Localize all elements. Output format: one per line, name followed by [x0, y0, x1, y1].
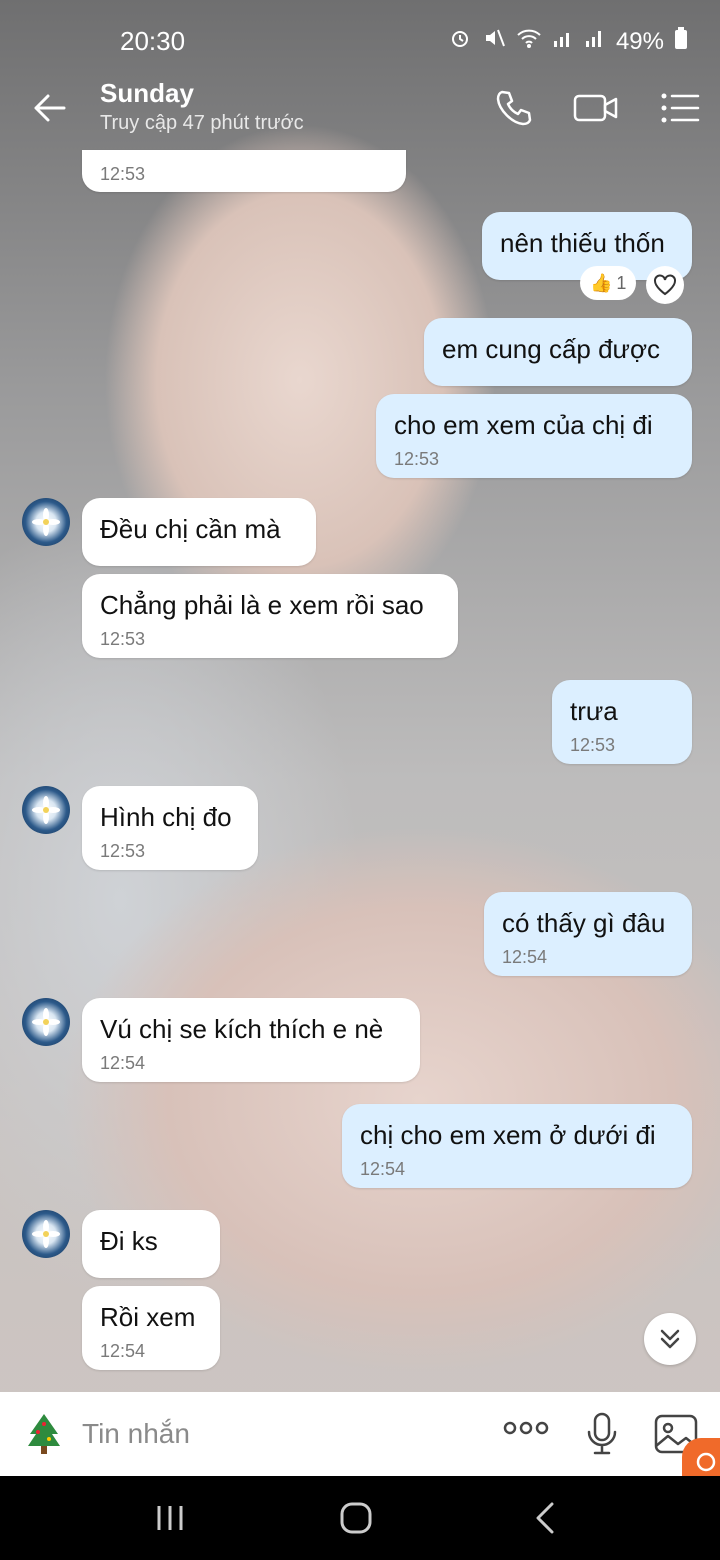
system-navigation-bar	[0, 1476, 720, 1560]
floating-action-icon[interactable]	[682, 1438, 720, 1476]
message-input[interactable]: Tin nhắn	[82, 1418, 190, 1450]
status-bar: 20:30 49%	[0, 0, 720, 80]
video-call-icon[interactable]	[572, 84, 620, 132]
contact-avatar[interactable]	[22, 786, 70, 834]
more-options-icon[interactable]	[502, 1418, 550, 1443]
message-composer: Tin nhắn	[0, 1392, 720, 1476]
message-text: Chẳng phải là e xem rồi sao	[100, 590, 424, 620]
message-time: 12:54	[502, 947, 548, 967]
menu-icon[interactable]	[656, 84, 704, 132]
battery-percent: 49%	[615, 27, 664, 55]
message-text: cho em xem của chị đi	[394, 410, 653, 440]
sticker-icon[interactable]	[24, 1412, 64, 1461]
message-time: 12:53	[100, 629, 146, 649]
message-time: 12:54	[100, 1341, 146, 1361]
scroll-to-bottom-button[interactable]	[644, 1313, 696, 1365]
message-bubble-received[interactable]: Chẳng phải là e xem rồi sao 12:53	[82, 574, 458, 658]
message-bubble-sent[interactable]: có thấy gì đâu 12:54	[484, 892, 692, 976]
message-text: Đều chị cần mà	[100, 514, 281, 544]
wifi-icon	[516, 27, 542, 56]
message-time: 12:53	[570, 735, 616, 755]
message-bubble-received[interactable]: Rồi xem 12:54	[82, 1286, 220, 1370]
message-text: Hình chị đo	[100, 802, 232, 832]
message-bubble-received[interactable]: 12:53	[82, 150, 406, 192]
signal-icon	[584, 27, 606, 56]
mute-icon	[482, 26, 506, 57]
contact-name[interactable]: Sunday	[100, 78, 194, 109]
message-bubble-sent[interactable]: em cung cấp được	[424, 318, 692, 386]
message-bubble-sent[interactable]: trưa 12:53	[552, 680, 692, 764]
message-time: 12:53	[100, 841, 146, 861]
heart-icon[interactable]	[646, 266, 685, 304]
alarm-icon	[448, 26, 472, 57]
message-time: 12:53	[100, 164, 146, 184]
recent-apps-icon[interactable]	[154, 1502, 186, 1539]
message-bubble-sent[interactable]: chị cho em xem ở dưới đi 12:54	[342, 1104, 692, 1188]
message-text: Rồi xem	[100, 1302, 196, 1332]
contact-avatar[interactable]	[22, 1210, 70, 1258]
contact-avatar[interactable]	[22, 498, 70, 546]
message-text: có thấy gì đâu	[502, 908, 666, 938]
thumbs-up-icon: 👍	[590, 272, 613, 293]
phone-icon[interactable]	[490, 84, 538, 132]
system-back-icon[interactable]	[530, 1500, 562, 1541]
battery-icon	[674, 26, 688, 57]
message-bubble-received[interactable]: Đi ks	[82, 1210, 220, 1278]
last-seen-status: Truy cập 47 phút trước	[100, 112, 304, 134]
home-icon[interactable]	[338, 1500, 374, 1541]
double-chevron-down-icon	[660, 1329, 680, 1349]
message-text: Vú chị se kích thích e nè	[100, 1014, 384, 1044]
back-arrow-icon[interactable]	[28, 86, 72, 130]
status-time: 20:30	[120, 26, 186, 56]
signal-icon	[552, 27, 574, 56]
message-bubble-received[interactable]: Vú chị se kích thích e nè 12:54	[82, 998, 420, 1082]
message-bubble-sent[interactable]: cho em xem của chị đi 12:53	[376, 394, 692, 478]
message-bubble-received[interactable]: Đều chị cần mà	[82, 498, 316, 566]
status-icons: 49%	[448, 26, 688, 57]
message-text: trưa	[570, 696, 618, 726]
chat-header: Sunday Truy cập 47 phút trước	[0, 70, 720, 150]
reaction-count-pill[interactable]: 👍 1	[580, 266, 637, 300]
message-text: chị cho em xem ở dưới đi	[360, 1120, 656, 1150]
message-time: 12:53	[394, 449, 440, 469]
microphone-icon[interactable]	[586, 1412, 618, 1461]
message-text: Đi ks	[100, 1226, 158, 1256]
reaction-row: 👍 1	[580, 266, 685, 304]
message-time: 12:54	[360, 1159, 406, 1179]
contact-avatar[interactable]	[22, 998, 70, 1046]
message-text: em cung cấp được	[442, 334, 661, 364]
message-time: 12:54	[100, 1053, 146, 1073]
message-bubble-received[interactable]: Hình chị đo 12:53	[82, 786, 258, 870]
message-text: nên thiếu thốn	[500, 228, 665, 258]
reaction-count: 1	[616, 272, 627, 293]
